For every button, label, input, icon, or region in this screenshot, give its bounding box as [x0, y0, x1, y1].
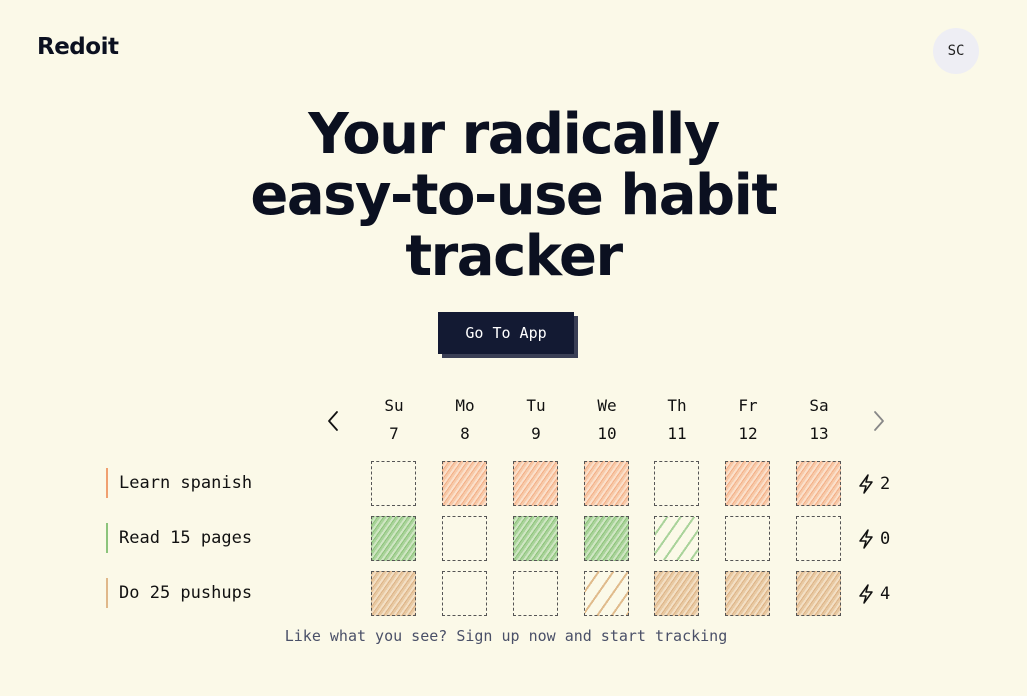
hero-line-2: easy-to-use habit	[250, 163, 778, 228]
habit-day-cell[interactable]	[442, 571, 487, 616]
habit-day-cell[interactable]	[584, 461, 629, 506]
streak-counter: 0	[858, 524, 890, 554]
day-number: 11	[667, 424, 687, 443]
streak-counter: 4	[858, 579, 890, 609]
next-week-button[interactable]	[868, 408, 890, 434]
day-number: 7	[389, 424, 399, 443]
chevron-right-icon	[874, 411, 884, 431]
day-number: 9	[531, 424, 541, 443]
day-number: 8	[460, 424, 470, 443]
day-name: Fr	[738, 396, 758, 415]
day-name: Sa	[809, 396, 829, 415]
habit-day-cell[interactable]	[654, 461, 699, 506]
day-name: Th	[667, 396, 687, 415]
day-name: We	[597, 396, 617, 415]
streak-counter: 2	[858, 469, 890, 499]
day-header: Fr 12	[725, 394, 771, 446]
habit-day-cell[interactable]	[513, 461, 558, 506]
day-name: Tu	[526, 396, 546, 415]
habit-day-cell[interactable]	[725, 461, 770, 506]
go-to-app-button[interactable]: Go To App	[438, 312, 574, 354]
habit-day-cell[interactable]	[584, 516, 629, 561]
habit-day-cell[interactable]	[584, 571, 629, 616]
habit-day-cell[interactable]	[513, 516, 558, 561]
signup-link[interactable]: Like what you see? Sign up now and start…	[0, 627, 1012, 645]
habit-day-cell[interactable]	[371, 461, 416, 506]
day-number: 12	[738, 424, 758, 443]
hero-line-1: Your radically	[308, 102, 720, 167]
habit-day-cell[interactable]	[442, 516, 487, 561]
avatar[interactable]: SC	[933, 28, 979, 74]
hero-title: Your radically easy-to-use habit tracker	[0, 104, 1027, 287]
day-header: Sa 13	[796, 394, 842, 446]
habit-label[interactable]: Read 15 pages	[106, 523, 252, 553]
lightning-icon	[859, 529, 873, 549]
day-header: We 10	[584, 394, 630, 446]
streak-value: 4	[880, 584, 891, 604]
habit-day-cell[interactable]	[513, 571, 558, 616]
day-header: Th 11	[654, 394, 700, 446]
habit-day-cell[interactable]	[796, 516, 841, 561]
day-header: Su 7	[371, 394, 417, 446]
logo[interactable]: Redoit	[37, 34, 119, 60]
day-name: Su	[384, 396, 404, 415]
day-header: Tu 9	[513, 394, 559, 446]
hero-line-3: tracker	[405, 224, 623, 289]
habit-day-cell[interactable]	[442, 461, 487, 506]
day-header: Mo 8	[442, 394, 488, 446]
day-number: 10	[597, 424, 617, 443]
habit-day-cell[interactable]	[725, 516, 770, 561]
habit-day-cell[interactable]	[654, 571, 699, 616]
habit-day-cell[interactable]	[796, 461, 841, 506]
habit-day-cell[interactable]	[796, 571, 841, 616]
lightning-icon	[859, 584, 873, 604]
day-number: 13	[809, 424, 829, 443]
habit-label[interactable]: Learn spanish	[106, 468, 252, 498]
habit-day-cell[interactable]	[654, 516, 699, 561]
habit-day-cell[interactable]	[371, 516, 416, 561]
day-name: Mo	[455, 396, 475, 415]
streak-value: 0	[880, 529, 891, 549]
habit-label[interactable]: Do 25 pushups	[106, 578, 252, 608]
lightning-icon	[859, 474, 873, 494]
habit-day-cell[interactable]	[725, 571, 770, 616]
prev-week-button[interactable]	[322, 408, 344, 434]
streak-value: 2	[880, 474, 891, 494]
habit-day-cell[interactable]	[371, 571, 416, 616]
chevron-left-icon	[328, 411, 338, 431]
